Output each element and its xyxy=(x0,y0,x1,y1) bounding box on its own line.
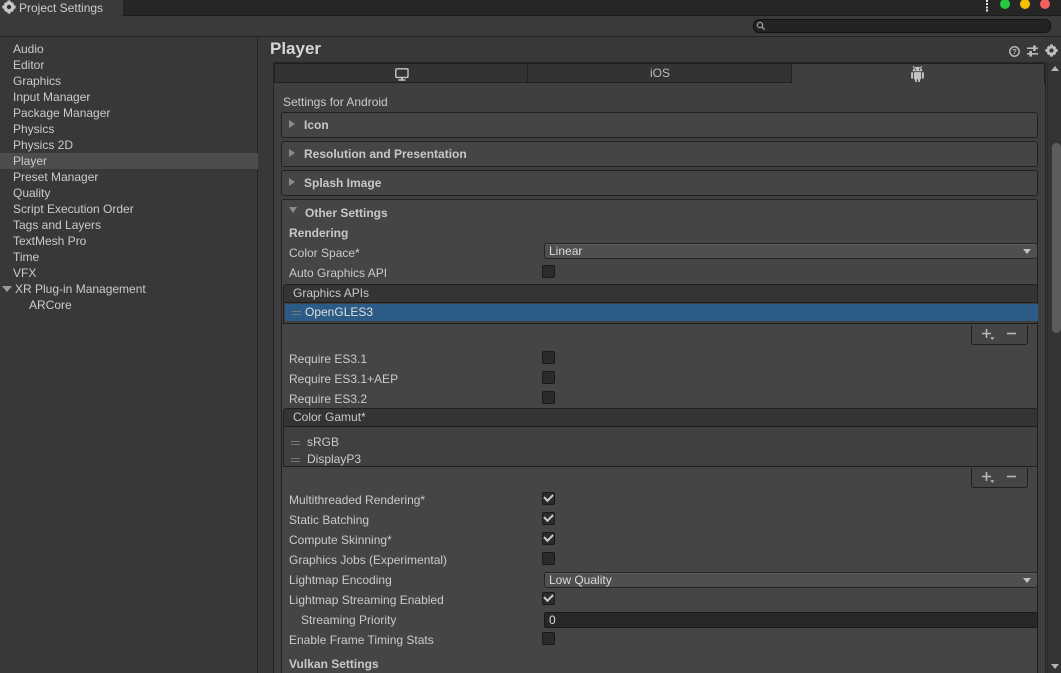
svg-text:?: ? xyxy=(1012,47,1017,56)
